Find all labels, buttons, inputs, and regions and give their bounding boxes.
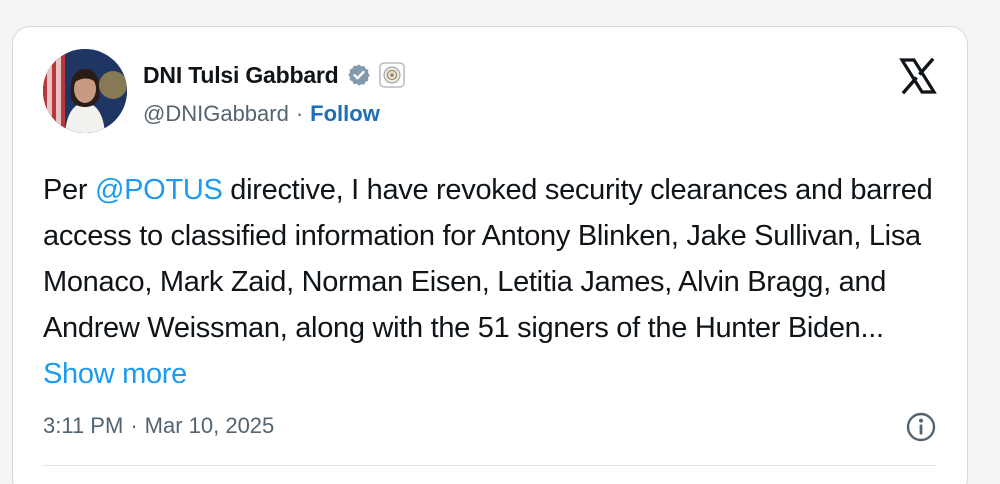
timestamp-separator: · [130, 413, 138, 438]
tweet-text: Per @POTUS directive, I have revoked sec… [43, 167, 943, 397]
tweet-text-intro: Per [43, 174, 95, 206]
page: DNI Tulsi Gabbard @DNIGabbard · Follow P… [0, 0, 1000, 484]
handle-separator: · [295, 101, 304, 126]
info-icon[interactable] [905, 411, 937, 443]
author-handle[interactable]: @DNIGabbard [143, 101, 289, 127]
mention-potus-link[interactable]: @POTUS [95, 174, 223, 206]
tweet-timestamp-row: 3:11 PM · Mar 10, 2025 [43, 413, 274, 439]
verified-badge-icon [347, 64, 370, 86]
tweet-time[interactable]: 3:11 PM [43, 413, 123, 439]
tweet-date[interactable]: Mar 10, 2025 [145, 413, 275, 439]
author-name-row: DNI Tulsi Gabbard [143, 59, 405, 91]
card-divider [43, 465, 937, 466]
avatar[interactable] [43, 49, 127, 133]
x-logo-icon[interactable] [899, 57, 937, 95]
author-display-name[interactable]: DNI Tulsi Gabbard [143, 62, 339, 89]
tweet-card: DNI Tulsi Gabbard @DNIGabbard · Follow P… [12, 26, 968, 484]
government-seal-icon[interactable] [378, 62, 405, 88]
avatar-image [43, 49, 127, 133]
show-more-link[interactable]: Show more [43, 358, 187, 390]
author-handle-row: @DNIGabbard · Follow [143, 101, 380, 127]
follow-button[interactable]: Follow [310, 101, 380, 127]
